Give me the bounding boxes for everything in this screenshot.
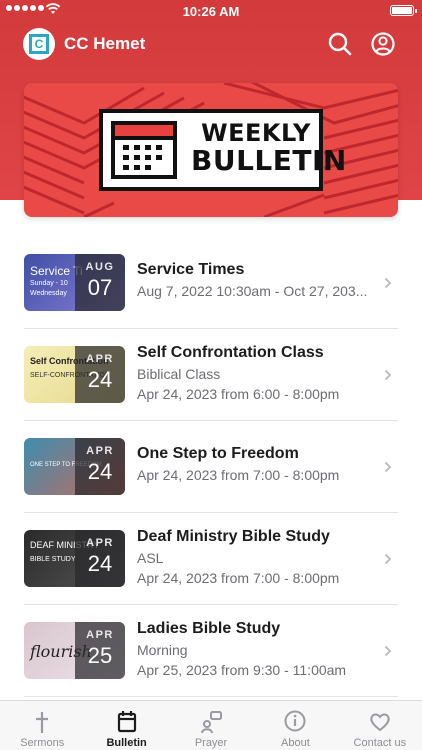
tab-label: Contact us xyxy=(353,737,407,749)
app-header: C CC Hemet xyxy=(0,22,422,66)
date-badge: APR 24 xyxy=(75,438,125,495)
tab-contact-us[interactable]: Contact us xyxy=(338,701,422,750)
date-day: 24 xyxy=(87,459,113,484)
bulletin-heading: WEEKLY BULLETIN xyxy=(191,119,347,177)
event-thumbnail: Service Ti Sunday - 10 Wednesday AUG 07 xyxy=(24,254,125,311)
status-time: 10:26 AM xyxy=(182,4,240,19)
event-title: Service Times xyxy=(137,261,245,278)
event-details: Ladies Bible Study Morning Apr 25, 2023 fr… xyxy=(137,620,385,678)
event-thumbnail: flourish APR 25 xyxy=(24,622,125,679)
date-day: 24 xyxy=(87,367,113,392)
date-day: 07 xyxy=(87,275,113,300)
bulletin-heading-line1: WEEKLY xyxy=(201,119,311,147)
logo-letter: C xyxy=(29,34,49,54)
event-details: Service Times Aug 7, 2022 10:30am - Oct 2… xyxy=(137,261,385,299)
event-thumbnail: Self Confrontation SELF-CONFRONTATION APR 2… xyxy=(24,346,125,403)
account-icon[interactable] xyxy=(369,30,397,58)
event-thumbnail: ONE STEP TO FREEDOM APR 24 xyxy=(24,438,125,495)
date-month: APR xyxy=(86,537,114,549)
event-subtitle: Apr 24, 2023 from 6:00 - 8:00pm xyxy=(137,386,340,402)
info-icon xyxy=(284,710,306,732)
date-month: APR xyxy=(86,629,114,641)
chevron-right-icon xyxy=(384,645,392,657)
bulletin-item[interactable]: ONE STEP TO FREEDOM APR 24 One Step to Free… xyxy=(0,421,422,513)
thumbnail-subcaption: BIBLE STUDY xyxy=(30,556,76,563)
heart-icon xyxy=(370,713,390,732)
status-bar: 10:26 AM xyxy=(0,0,422,22)
tab-label: Bulletin xyxy=(106,737,147,749)
tab-bar: Sermons Bulletin Prayer About Contact us xyxy=(0,700,422,750)
chevron-right-icon xyxy=(384,461,392,473)
tab-label: Sermons xyxy=(20,737,65,749)
bulletin-heading-line2: BULLETIN xyxy=(191,144,347,177)
divider xyxy=(24,696,398,697)
event-subtitle: Biblical Class xyxy=(137,366,221,382)
tab-label: About xyxy=(281,737,310,749)
date-badge: APR 25 xyxy=(75,622,125,679)
tab-sermons[interactable]: Sermons xyxy=(0,701,84,750)
date-day: 25 xyxy=(87,643,113,668)
prayer-icon xyxy=(201,711,223,734)
app-logo[interactable]: C xyxy=(23,28,55,60)
thumbnail-subcaption: Sunday - 10 xyxy=(30,280,68,287)
date-day: 24 xyxy=(87,551,113,576)
battery-icon xyxy=(390,5,417,16)
cross-icon xyxy=(36,712,49,733)
bulletin-item[interactable]: Self Confrontation SELF-CONFRONTATION APR 2… xyxy=(0,329,422,421)
event-title: Deaf Ministry Bible Study xyxy=(137,528,330,545)
search-icon[interactable] xyxy=(326,30,354,58)
bulletin-list: Service Ti Sunday - 10 Wednesday AUG 07 Servi… xyxy=(0,237,422,697)
event-title: One Step to Freedom xyxy=(137,445,299,462)
event-details: One Step to Freedom Apr 24, 2023 from 7:0… xyxy=(137,445,385,483)
bulletin-icon xyxy=(117,711,136,733)
event-thumbnail: DEAF MINISTRY BIBLE STUDY APR 24 xyxy=(24,530,125,587)
tab-prayer[interactable]: Prayer xyxy=(169,701,253,750)
tab-label: Prayer xyxy=(194,737,228,749)
thumbnail-subcaption: Wednesday xyxy=(30,290,67,297)
date-month: AUG xyxy=(85,261,115,273)
app-title: CC Hemet xyxy=(64,34,146,53)
date-badge: APR 24 xyxy=(75,346,125,403)
event-subtitle: Apr 25, 2023 from 9:30 - 11:00am xyxy=(137,662,347,678)
event-subtitle: Apr 24, 2023 from 7:00 - 8:00pm xyxy=(137,467,340,483)
event-details: Deaf Ministry Bible Study ASL Apr 24, 2023… xyxy=(137,528,385,586)
chevron-right-icon xyxy=(384,277,392,289)
calendar-icon xyxy=(111,121,177,179)
date-badge: APR 24 xyxy=(75,530,125,587)
event-subtitle: Aug 7, 2022 10:30am - Oct 27, 203... xyxy=(137,283,368,299)
date-month: APR xyxy=(86,353,114,365)
date-month: APR xyxy=(86,445,114,457)
event-details: Self Confrontation Class Biblical Class Ap… xyxy=(137,344,385,402)
weekly-bulletin-banner: WEEKLY BULLETIN xyxy=(24,83,398,217)
date-badge: AUG 07 xyxy=(75,254,125,311)
event-subtitle: Apr 24, 2023 from 7:00 - 8:00pm xyxy=(137,570,340,586)
bulletin-item[interactable]: Service Ti Sunday - 10 Wednesday AUG 07 Servi… xyxy=(0,237,422,329)
bulletin-plate: WEEKLY BULLETIN xyxy=(99,109,347,191)
bulletin-item[interactable]: DEAF MINISTRY BIBLE STUDY APR 24 Deaf Minist… xyxy=(0,513,422,605)
event-title: Ladies Bible Study xyxy=(137,620,281,637)
chevron-right-icon xyxy=(384,553,392,565)
tab-bulletin[interactable]: Bulletin xyxy=(84,701,168,750)
event-subtitle: ASL xyxy=(137,550,164,566)
chevron-right-icon xyxy=(384,369,392,381)
tab-about[interactable]: About xyxy=(253,701,337,750)
bulletin-item[interactable]: flourish APR 25 Ladies Bible Study Morning Ap… xyxy=(0,605,422,697)
event-title: Self Confrontation Class xyxy=(137,344,324,361)
event-subtitle: Morning xyxy=(137,642,188,658)
